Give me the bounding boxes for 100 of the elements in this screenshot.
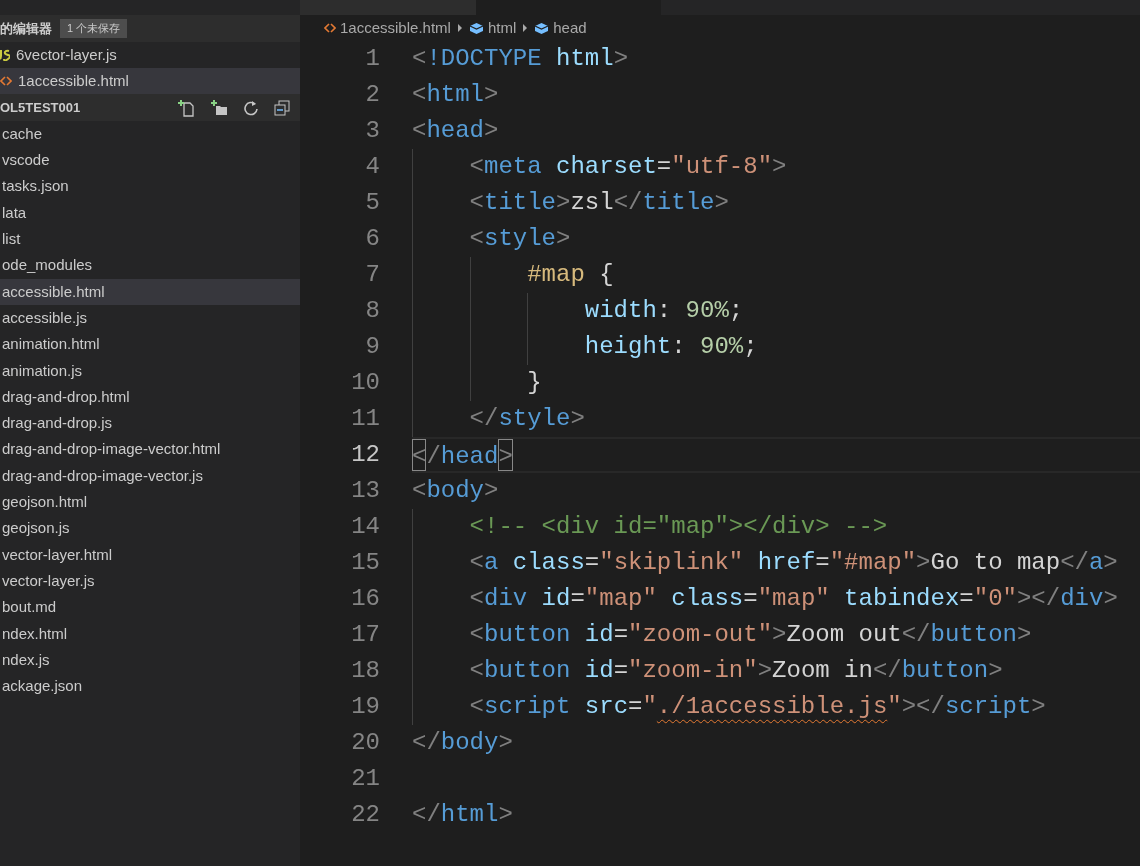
code-token: > xyxy=(484,80,499,110)
file-tree-item[interactable]: tasks.json xyxy=(0,173,300,200)
file-tree-item[interactable]: drag-and-drop.html xyxy=(0,383,300,411)
code-token: button xyxy=(930,620,1017,650)
code-token: </ xyxy=(872,656,902,686)
line-number: 4 xyxy=(364,152,380,182)
code-token: </ xyxy=(412,728,441,758)
code-token: body xyxy=(440,728,499,758)
code-token: < xyxy=(469,620,484,650)
code-token: charset xyxy=(555,152,657,182)
code-token: </ xyxy=(901,620,931,650)
code-token: = xyxy=(628,692,643,722)
file-tree-item[interactable]: vector-layer.js xyxy=(0,568,300,595)
file-tree-item[interactable]: drag-and-drop-image-vector.js xyxy=(0,462,300,490)
file-tree-item[interactable]: accessible.html xyxy=(0,278,300,306)
code-token: meta xyxy=(484,152,542,182)
code-token: / xyxy=(426,442,441,471)
collapse-all-icon[interactable] xyxy=(274,99,290,116)
code-token: "#map" xyxy=(829,548,917,578)
file-tree-item[interactable]: geojson.html xyxy=(0,489,300,516)
code-token: html xyxy=(426,80,484,110)
line-number: 6 xyxy=(364,224,380,254)
file-tree-item[interactable]: geojson.js xyxy=(0,515,300,542)
line-number: 15 xyxy=(350,548,380,578)
file-tree-item[interactable]: ackage.json xyxy=(0,673,300,700)
code-token: = xyxy=(584,548,600,578)
new-folder-icon[interactable] xyxy=(210,98,228,117)
file-name: 6vector-layer.js xyxy=(16,44,117,65)
code-token: style xyxy=(484,224,556,254)
breadcrumb-item[interactable]: html xyxy=(487,16,517,40)
code-token: style xyxy=(498,404,571,434)
file-tree-item[interactable]: bout.md xyxy=(0,594,300,621)
file-tree-item[interactable]: lata xyxy=(0,199,300,227)
code-token: = xyxy=(656,152,672,182)
code-token: < xyxy=(412,44,427,74)
code-token: < xyxy=(412,476,427,506)
code-token: "utf-8" xyxy=(671,152,773,182)
code-token: </ xyxy=(613,188,643,218)
code-token: width xyxy=(584,296,657,326)
code-brackets-icon xyxy=(0,75,12,87)
code-token: "map" xyxy=(584,584,657,614)
code-token: > xyxy=(556,188,571,218)
code-token: class xyxy=(511,548,585,578)
code-token: button xyxy=(484,656,571,686)
refresh-icon[interactable] xyxy=(243,99,259,116)
line-number: 7 xyxy=(364,260,380,290)
open-editor-item[interactable]: 6vector-layer.js xyxy=(0,42,300,68)
file-tree-item[interactable]: list xyxy=(0,226,300,253)
file-tree-item[interactable]: drag-and-drop.js xyxy=(0,410,300,437)
code-token: div xyxy=(484,584,528,614)
code-token: "zoom-out" xyxy=(628,620,773,650)
open-editor-item[interactable]: 1accessible.html xyxy=(0,68,300,94)
line-number: 19 xyxy=(350,692,380,722)
breadcrumb-item[interactable]: 1accessible.html xyxy=(340,16,451,40)
file-tree-item[interactable]: vscode xyxy=(0,147,300,174)
cube-icon xyxy=(534,21,550,35)
code-token: "map" xyxy=(757,584,830,614)
file-tree-item[interactable]: drag-and-drop-image-vector.html xyxy=(0,436,300,463)
code-token: id xyxy=(540,584,571,614)
file-tree-item[interactable]: cache xyxy=(0,121,300,148)
folder-header[interactable]: OL5TEST001 xyxy=(0,94,300,121)
code-token: > xyxy=(772,152,787,182)
file-tree-item[interactable]: ndex.js xyxy=(0,646,300,674)
code-token: > xyxy=(714,188,729,218)
code-token: body xyxy=(426,476,484,506)
code-token: = xyxy=(570,584,585,614)
line-number: 16 xyxy=(350,584,380,614)
code-token: = xyxy=(613,620,629,650)
code-brackets-icon xyxy=(324,22,336,34)
code-token: > xyxy=(498,800,513,830)
code-token: head xyxy=(440,442,499,471)
breadcrumb-item[interactable]: head xyxy=(553,16,587,40)
open-editors-header[interactable]: 的编辑器 1 个未保存 xyxy=(0,15,300,42)
code-token: ></ xyxy=(901,692,945,722)
code-token: div xyxy=(1060,584,1104,614)
code-token: > xyxy=(556,224,571,254)
code-comment: <!-- <div id="map"></div> --> xyxy=(469,512,888,542)
code-token: src xyxy=(583,692,629,722)
code-token: } xyxy=(527,368,542,398)
file-tree-item[interactable]: accessible.js xyxy=(0,305,300,332)
code-token: script xyxy=(484,692,571,722)
line-number: 2 xyxy=(364,80,380,110)
code-token: < xyxy=(469,584,484,614)
code-token: "0" xyxy=(973,584,1017,614)
code-token: ></ xyxy=(1016,584,1061,614)
new-file-icon[interactable] xyxy=(177,98,195,117)
code-token: ; xyxy=(743,332,758,362)
code-token: < xyxy=(469,548,484,578)
file-tree-item[interactable]: animation.html xyxy=(0,331,300,358)
file-tree-item[interactable]: ode_modules xyxy=(0,252,300,279)
code-token: ; xyxy=(728,296,744,326)
code-token: > xyxy=(498,728,513,758)
line-number: 10 xyxy=(350,368,380,398)
code-token: button xyxy=(484,620,571,650)
file-tree-item[interactable]: ndex.html xyxy=(0,620,300,647)
code-token: Zoom in xyxy=(772,656,873,686)
file-tree-item[interactable]: vector-layer.html xyxy=(0,541,300,569)
file-tree-item[interactable]: animation.js xyxy=(0,357,300,384)
code-token: = xyxy=(613,656,629,686)
code-token: </ xyxy=(1060,548,1089,578)
